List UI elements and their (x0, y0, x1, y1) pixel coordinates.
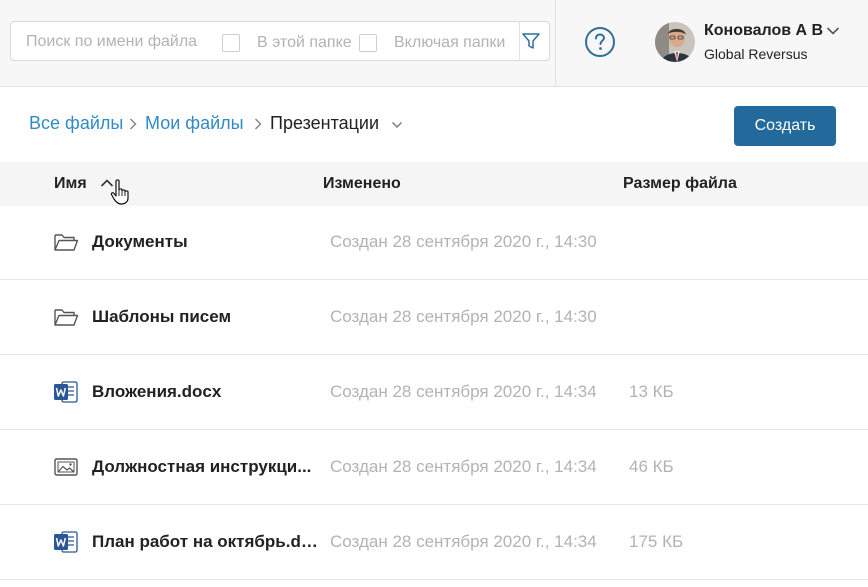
user-name[interactable]: Коновалов А В (704, 22, 823, 40)
file-size: 13 КБ (629, 382, 674, 401)
column-header-name[interactable]: Имя (54, 175, 87, 193)
file-size: 175 КБ (629, 532, 684, 551)
file-size: 46 КБ (629, 457, 674, 476)
chevron-down-icon[interactable] (391, 121, 403, 129)
hand-cursor-icon (110, 179, 129, 205)
breadcrumb-current[interactable]: Презентации (270, 113, 379, 134)
file-modified: Создан 28 сентября 2020 г., 14:30 (330, 307, 597, 326)
avatar-image (655, 22, 695, 62)
table-row[interactable]: Шаблоны писем Создан 28 сентября 2020 г.… (0, 280, 868, 355)
file-name[interactable]: План работ на октябрь.do... (92, 532, 324, 552)
table-row[interactable]: Документы Создан 28 сентября 2020 г., 14… (0, 205, 868, 280)
filter-icon[interactable] (520, 30, 542, 52)
file-name[interactable]: Вложения.docx (92, 382, 324, 402)
create-button[interactable]: Создать (734, 106, 836, 146)
include-folders-checkbox[interactable] (359, 34, 377, 52)
column-header-size[interactable]: Размер файла (623, 175, 737, 193)
file-name[interactable]: Документы (92, 232, 324, 252)
file-modified: Создан 28 сентября 2020 г., 14:34 (330, 457, 597, 476)
word-icon (54, 531, 78, 553)
top-bar: В этой папке Включая папки Коновалов А В… (0, 0, 868, 87)
include-folders-label: Включая папки (394, 34, 506, 51)
word-icon (54, 381, 78, 403)
file-name[interactable]: Должностная инструкци... (92, 457, 324, 477)
help-icon[interactable] (584, 26, 616, 58)
folder-icon (54, 309, 79, 326)
image-icon (54, 458, 78, 476)
in-folder-checkbox[interactable] (222, 34, 240, 52)
company-name: Global Reversus (704, 46, 808, 62)
file-modified: Создан 28 сентября 2020 г., 14:30 (330, 232, 597, 251)
breadcrumb-all-files[interactable]: Все файлы (29, 113, 123, 134)
chevron-right-icon (254, 118, 262, 130)
in-folder-label: В этой папке (257, 34, 352, 51)
search-input[interactable] (26, 32, 216, 52)
avatar[interactable] (655, 22, 695, 62)
breadcrumb-my-files[interactable]: Мои файлы (145, 113, 244, 134)
chevron-right-icon (129, 118, 137, 130)
file-modified: Создан 28 сентября 2020 г., 14:34 (330, 382, 597, 401)
file-name[interactable]: Шаблоны писем (92, 307, 324, 327)
file-modified: Создан 28 сентября 2020 г., 14:34 (330, 532, 597, 551)
header-divider (555, 0, 556, 87)
table-row[interactable]: План работ на октябрь.do... Создан 28 се… (0, 505, 868, 580)
folder-icon (54, 234, 79, 251)
column-header-modified[interactable]: Изменено (323, 175, 401, 193)
table-row[interactable]: Вложения.docx Создан 28 сентября 2020 г.… (0, 355, 868, 430)
table-row[interactable]: Должностная инструкци... Создан 28 сентя… (0, 430, 868, 505)
search-box: В этой папке Включая папки (10, 21, 550, 61)
chevron-down-icon[interactable] (826, 26, 840, 36)
